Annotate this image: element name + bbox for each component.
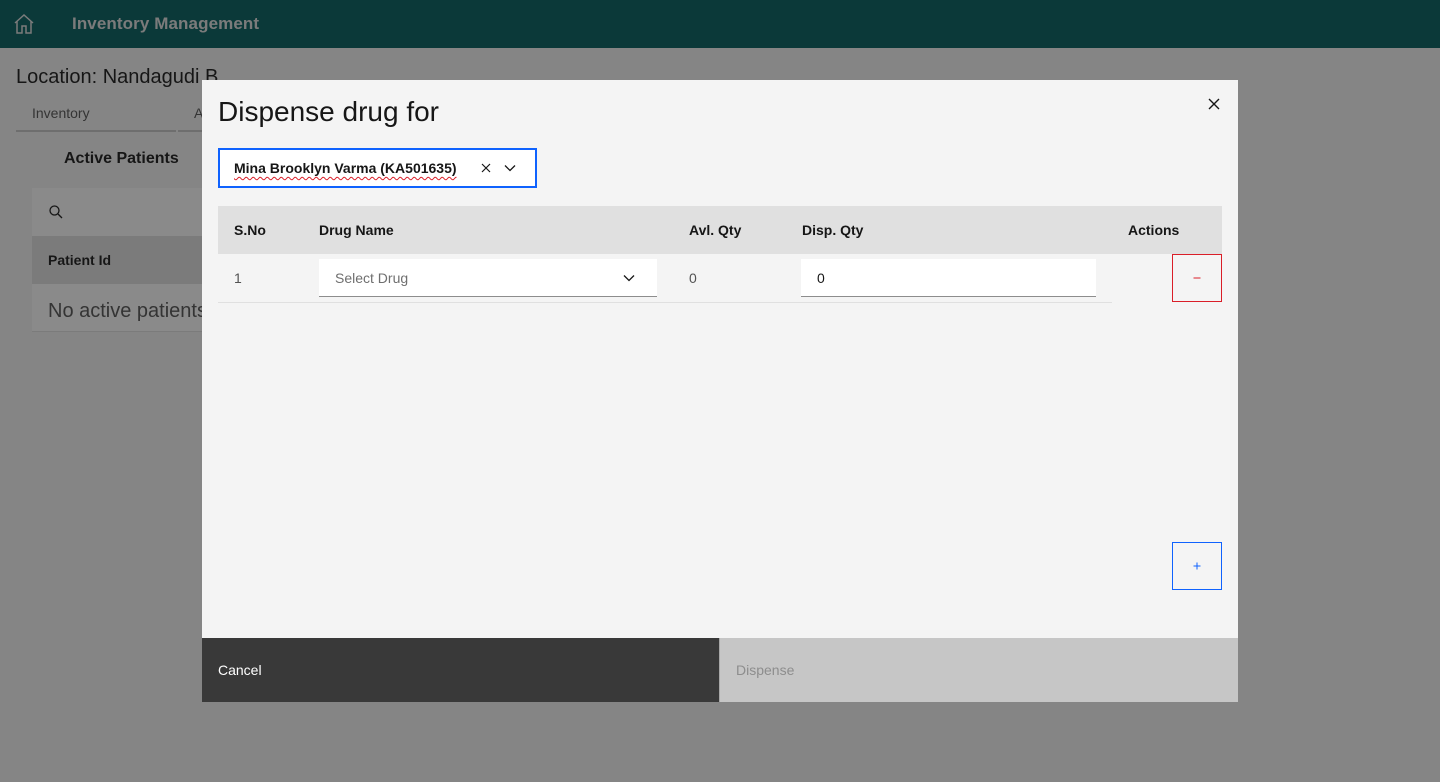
add-row-button[interactable] <box>1172 542 1222 590</box>
chevron-down-icon <box>504 165 516 172</box>
add-icon <box>1193 562 1201 570</box>
close-icon <box>1208 98 1220 110</box>
chevron-down-icon <box>621 270 637 286</box>
clear-icon <box>481 163 491 173</box>
dispense-button[interactable]: Dispense <box>719 638 1238 702</box>
drug-select[interactable]: Select Drug <box>319 259 657 297</box>
header-drug-name: Drug Name <box>319 222 394 238</box>
patient-dropdown-toggle[interactable] <box>502 160 518 176</box>
dispense-drug-modal: Dispense drug for Mina Brooklyn Varma (K… <box>202 80 1238 702</box>
patient-combobox[interactable]: Mina Brooklyn Varma (KA501635) <box>218 148 537 188</box>
drug-select-placeholder: Select Drug <box>335 270 409 286</box>
header-sno: S.No <box>234 222 266 238</box>
modal-title: Dispense drug for <box>218 96 440 127</box>
header-avl-qty: Avl. Qty <box>689 222 742 238</box>
dispense-table-header: S.No Drug Name Avl. Qty Disp. Qty Action… <box>218 206 1222 254</box>
header-actions: Actions <box>1128 222 1180 238</box>
table-row: 1 Select Drug 0 <box>218 254 1112 303</box>
remove-row-button[interactable] <box>1172 254 1222 302</box>
modal-footer: Cancel Dispense <box>202 638 1238 702</box>
cancel-button[interactable]: Cancel <box>202 638 719 702</box>
subtract-icon <box>1193 277 1201 279</box>
header-disp-qty: Disp. Qty <box>802 222 864 238</box>
selected-patient: Mina Brooklyn Varma (KA501635) <box>234 160 457 176</box>
available-qty: 0 <box>689 270 697 286</box>
dispense-qty-input[interactable] <box>801 259 1096 297</box>
clear-selection-button[interactable] <box>478 160 494 176</box>
close-button[interactable] <box>1198 88 1230 120</box>
row-sno: 1 <box>234 270 242 286</box>
